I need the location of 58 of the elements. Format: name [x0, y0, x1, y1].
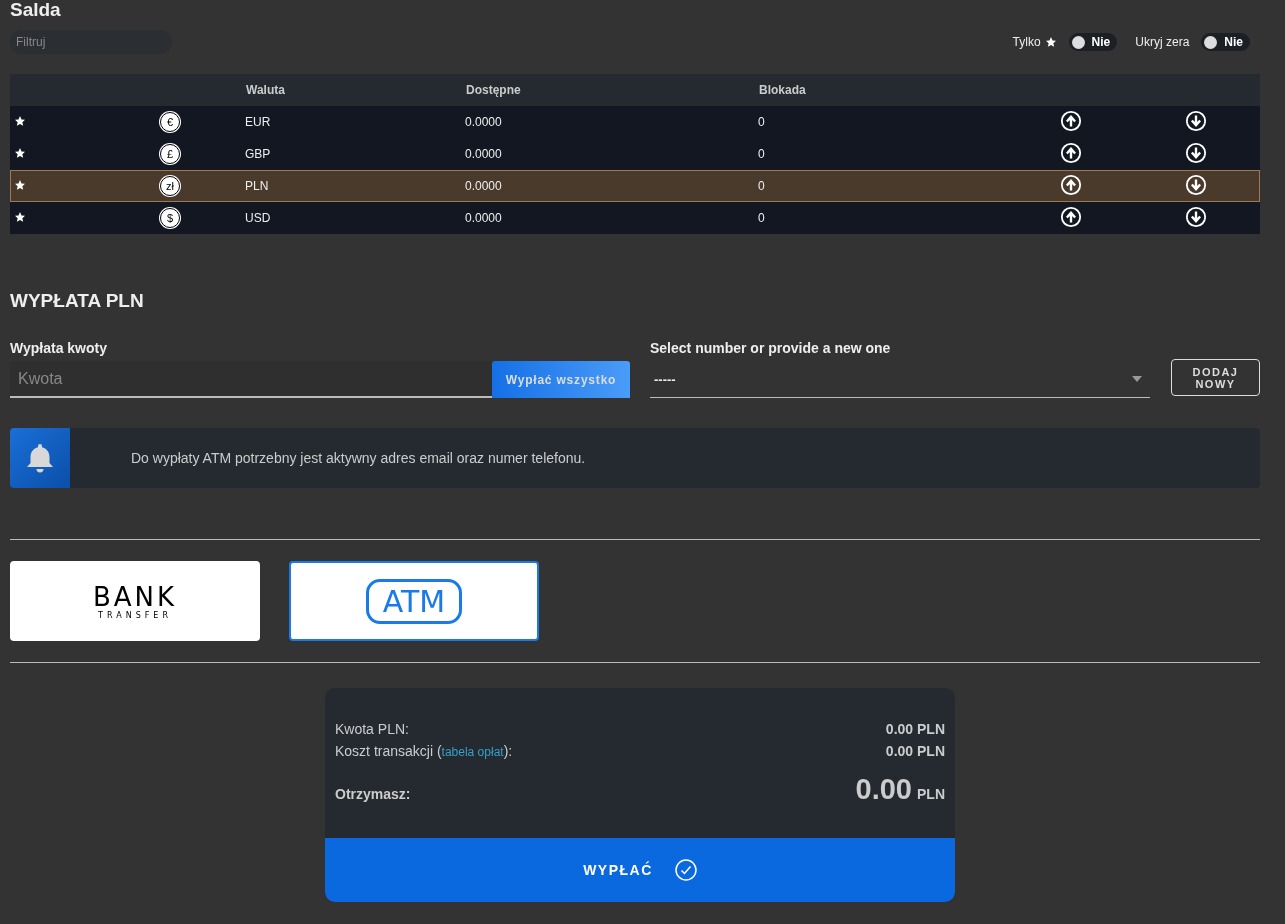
page-title: Salda: [10, 0, 62, 20]
caret-icon: [1132, 376, 1142, 382]
currency-symbol-icon: zł: [160, 176, 180, 196]
withdraw-button[interactable]: WYPŁAĆ: [325, 838, 955, 902]
currency-row[interactable]: $ USD 0.0000 0: [10, 202, 1260, 234]
table-cell: USD: [245, 202, 465, 234]
toggle-label: Tylko: [1012, 35, 1057, 49]
summary-value: 0.00 PLN: [885, 743, 945, 759]
amount-field[interactable]: Kwota: [10, 361, 492, 398]
currency-symbol-icon: £: [160, 144, 180, 164]
column-header: Blokada: [758, 74, 1060, 106]
toggle-switch[interactable]: Nie: [1068, 33, 1118, 51]
payout-method-card[interactable]: BANK TRANSFER: [10, 561, 260, 641]
table-cell: 0.0000: [465, 170, 758, 202]
column-header: Waluta: [245, 74, 465, 106]
favorite-star-icon: [14, 114, 26, 127]
currency-row[interactable]: € EUR 0.0000 0: [10, 106, 1260, 138]
table-cell: PLN: [245, 170, 465, 202]
table-cell: 0.0000: [465, 202, 758, 234]
table-cell: GBP: [245, 138, 465, 170]
fee-table-link[interactable]: tabela opłat: [441, 745, 504, 759]
star-icon: [1044, 36, 1057, 48]
table-cell: 0.0000: [465, 106, 758, 138]
table-cell: 0.0000: [465, 138, 758, 170]
favorite-star-icon: [14, 210, 26, 223]
logo-subtitle: TRANSFER: [98, 610, 172, 620]
field-label: Select number or provide a new one: [650, 340, 892, 356]
number-dropdown[interactable]: -----: [650, 361, 1150, 398]
summary-label: Koszt transakcji (tabela opłat):: [335, 743, 513, 759]
favorite-star-icon: [14, 146, 26, 159]
table-cell: 0: [758, 170, 1060, 202]
summary-value: 0.00 PLN: [885, 721, 945, 737]
logo-title: BANK: [92, 582, 178, 611]
section-heading: WYPŁATA PLN: [10, 290, 145, 312]
receive-currency: PLN: [917, 786, 945, 802]
filter-field[interactable]: Filtruj: [10, 30, 172, 54]
add-new-button[interactable]: DODAJ NOWY: [1171, 359, 1260, 396]
summary-label: Otrzymasz:: [335, 786, 411, 802]
check-circle-icon: [674, 859, 697, 881]
payout-method-card[interactable]: ATM: [289, 561, 539, 641]
logo-title: ATM: [365, 578, 463, 624]
table-cell: 0: [758, 138, 1060, 170]
currency-symbol-icon: $: [160, 208, 180, 228]
receive-amount: 0.00: [855, 773, 912, 805]
table-cell: 0: [758, 106, 1060, 138]
toggle-switch[interactable]: Nie: [1201, 33, 1250, 51]
table-cell: 0: [758, 202, 1060, 234]
favorite-star-icon: [14, 178, 26, 191]
table-cell: EUR: [245, 106, 465, 138]
field-label: Wypłata kwoty: [10, 340, 108, 356]
currency-row[interactable]: zł PLN 0.0000 0: [10, 170, 1260, 202]
bell-icon: [26, 443, 54, 473]
alert-message: Do wypłaty ATM potrzebny jest aktywny adres email oraz numer telefonu.: [131, 450, 586, 466]
toggle-label: Ukryj zera: [1135, 35, 1190, 49]
currency-symbol-icon: €: [160, 112, 180, 132]
summary-label: Kwota PLN:: [335, 721, 409, 737]
column-header: Dostępne: [465, 74, 758, 106]
currency-row[interactable]: £ GBP 0.0000 0: [10, 138, 1260, 170]
